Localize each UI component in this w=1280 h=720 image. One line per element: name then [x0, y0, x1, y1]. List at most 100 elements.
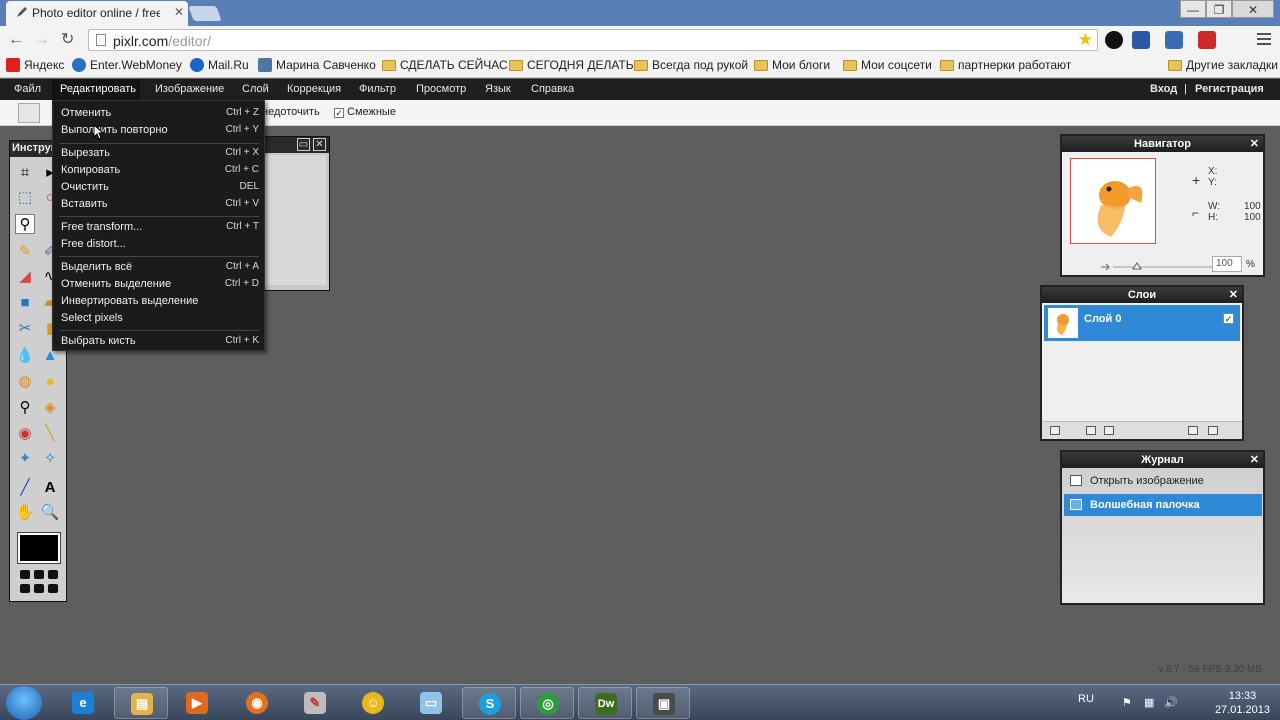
new-layer-icon[interactable]: [1188, 426, 1198, 435]
menu-item-deselect[interactable]: Отменить выделение Ctrl + D: [61, 276, 259, 293]
bookmark-item[interactable]: Enter.WebMoney: [72, 58, 182, 72]
text-tool-icon[interactable]: A: [40, 478, 60, 498]
other-bookmarks[interactable]: Другие закладки: [1168, 58, 1278, 72]
zoom-percent-input[interactable]: 100: [1212, 256, 1242, 272]
bookmark-star-icon[interactable]: ★: [1078, 30, 1093, 50]
menu-image[interactable]: Изображение: [155, 83, 224, 95]
login-link[interactable]: Вход: [1150, 83, 1177, 95]
layer-style-icon[interactable]: [1104, 426, 1114, 435]
menu-item-redo[interactable]: Выполнить повторно Ctrl + Y: [61, 122, 259, 139]
clock[interactable]: 13:33 27.01.2013: [1215, 689, 1270, 717]
navigator-close-icon[interactable]: ✕: [1250, 136, 1259, 152]
menu-edit[interactable]: Редактировать: [60, 83, 136, 95]
color-swatch-grid[interactable]: [18, 569, 62, 597]
browser-menu-icon[interactable]: [1257, 33, 1271, 48]
menu-item-clear[interactable]: Очистить DEL: [61, 179, 259, 196]
bookmark-folder[interactable]: Всегда под рукой: [634, 58, 748, 72]
history-item[interactable]: Волшебная палочка: [1064, 494, 1262, 516]
extension-icon[interactable]: [1105, 31, 1123, 49]
delete-layer-icon[interactable]: [1208, 426, 1218, 435]
network-icon[interactable]: ▦: [1144, 696, 1157, 709]
layer-visibility-checkbox[interactable]: ✓: [1223, 313, 1234, 324]
antialias-option[interactable]: недоточить: [262, 106, 320, 118]
forward-arrow-icon[interactable]: →: [34, 31, 50, 49]
taskbar-app[interactable]: e: [56, 687, 110, 719]
reload-icon[interactable]: ↻: [61, 31, 74, 49]
taskbar-app[interactable]: ▣: [636, 687, 690, 719]
layers-close-icon[interactable]: ✕: [1229, 287, 1238, 303]
menu-item-undo[interactable]: Отменить Ctrl + Z: [61, 105, 259, 122]
new-tab-button[interactable]: [188, 6, 222, 21]
taskbar-app[interactable]: ☺: [346, 687, 400, 719]
bookmark-item[interactable]: Марина Савченко: [258, 58, 376, 72]
taskbar-app[interactable]: ▭: [404, 687, 458, 719]
language-indicator[interactable]: RU: [1078, 693, 1094, 705]
taskbar-app[interactable]: Dw: [578, 687, 632, 719]
bookmark-item[interactable]: Mail.Ru: [190, 58, 249, 72]
red-eye-tool-icon[interactable]: ◉: [15, 424, 35, 444]
window-maximize-icon[interactable]: ▭: [297, 138, 310, 151]
hand-tool-icon[interactable]: ✋: [15, 503, 35, 523]
history-item[interactable]: Открыть изображение: [1064, 470, 1262, 492]
windows-start-button[interactable]: [6, 686, 42, 720]
menu-view[interactable]: Просмотр: [416, 83, 466, 95]
taskbar-app[interactable]: ◎: [520, 687, 574, 719]
magic-wand-icon[interactable]: ⚲: [15, 214, 35, 234]
clone-tool-icon[interactable]: ✂: [15, 319, 35, 339]
menu-item-cut[interactable]: Вырезать Ctrl + X: [61, 145, 259, 162]
minimize-button[interactable]: —: [1180, 0, 1206, 18]
bookmark-folder[interactable]: СЕГОДНЯ ДЕЛАТЬ: [509, 58, 634, 72]
extension-icon[interactable]: [1132, 31, 1150, 49]
taskbar-app[interactable]: ▶: [170, 687, 224, 719]
spot-heal-icon[interactable]: ╲: [40, 424, 60, 444]
bookmark-folder[interactable]: Мои блоги: [754, 58, 830, 72]
maximize-button[interactable]: ❐: [1206, 0, 1232, 18]
volume-icon[interactable]: 🔊: [1164, 696, 1178, 709]
dodge-tool-icon[interactable]: ●: [40, 372, 60, 392]
menu-item-select-all[interactable]: Выделить всё Ctrl + A: [61, 259, 259, 276]
back-arrow-icon[interactable]: ←: [8, 31, 24, 49]
menu-language[interactable]: Язык: [485, 83, 511, 95]
menu-item-select-pixels[interactable]: Select pixels: [61, 310, 259, 327]
window-close-icon[interactable]: ✕: [313, 138, 326, 151]
menu-adjustment[interactable]: Коррекция: [287, 83, 341, 95]
burn-tool-icon[interactable]: ⚲: [15, 398, 35, 418]
menu-item-free-transform[interactable]: Free transform... Ctrl + T: [61, 219, 259, 236]
sponge-tool-icon[interactable]: ◍: [15, 372, 35, 392]
taskbar-app[interactable]: ✎: [288, 687, 342, 719]
window-close-button[interactable]: ✕: [1232, 0, 1274, 18]
zoom-tool-icon[interactable]: 🔍: [40, 503, 60, 523]
bookmark-folder[interactable]: СДЕЛАТЬ СЕЙЧАС: [382, 58, 508, 72]
bookmark-folder[interactable]: Мои соцсети: [843, 58, 932, 72]
address-bar[interactable]: pixlr.com/editor/ ★: [88, 29, 1098, 51]
menu-item-paste[interactable]: Вставить Ctrl + V: [61, 196, 259, 213]
flag-icon[interactable]: ⚑: [1122, 696, 1135, 709]
heal-tool-icon[interactable]: ◈: [40, 398, 60, 418]
magic-wand-tool-icon[interactable]: [18, 103, 40, 123]
menu-item-invert-selection[interactable]: Инвертировать выделение: [61, 293, 259, 310]
extension-icon[interactable]: [1198, 31, 1216, 49]
contiguous-checkbox[interactable]: ✓: [334, 108, 344, 118]
menu-file[interactable]: Файл: [14, 83, 41, 95]
menu-layer[interactable]: Слой: [242, 83, 269, 95]
menu-help[interactable]: Справка: [531, 83, 574, 95]
gradient-tool-icon[interactable]: ■: [15, 293, 35, 313]
bookmark-folder[interactable]: партнерки работают: [940, 58, 1071, 72]
menu-filter[interactable]: Фильтр: [359, 83, 396, 95]
taskbar-app[interactable]: S: [462, 687, 516, 719]
bloat-tool-icon[interactable]: ✦: [15, 449, 35, 469]
contiguous-option[interactable]: ✓ Смежные: [334, 106, 396, 118]
menu-item-free-distort[interactable]: Free distort...: [61, 236, 259, 253]
color-picker-icon[interactable]: ╱: [15, 478, 35, 498]
layer-item[interactable]: Слой 0 ✓: [1044, 305, 1240, 341]
layer-mask-icon[interactable]: [1086, 426, 1096, 435]
taskbar-app[interactable]: ◉: [230, 687, 284, 719]
browser-tab[interactable]: Photo editor online / free ✕: [6, 1, 188, 26]
menu-item-copy[interactable]: Копировать Ctrl + C: [61, 162, 259, 179]
crop-tool-icon[interactable]: ⌗: [15, 163, 35, 183]
marquee-tool-icon[interactable]: ⬚: [15, 188, 35, 208]
layer-settings-icon[interactable]: [1050, 426, 1060, 435]
navigator-thumbnail[interactable]: [1070, 158, 1156, 244]
extension-icon[interactable]: [1165, 31, 1183, 49]
register-link[interactable]: Регистрация: [1195, 83, 1264, 95]
